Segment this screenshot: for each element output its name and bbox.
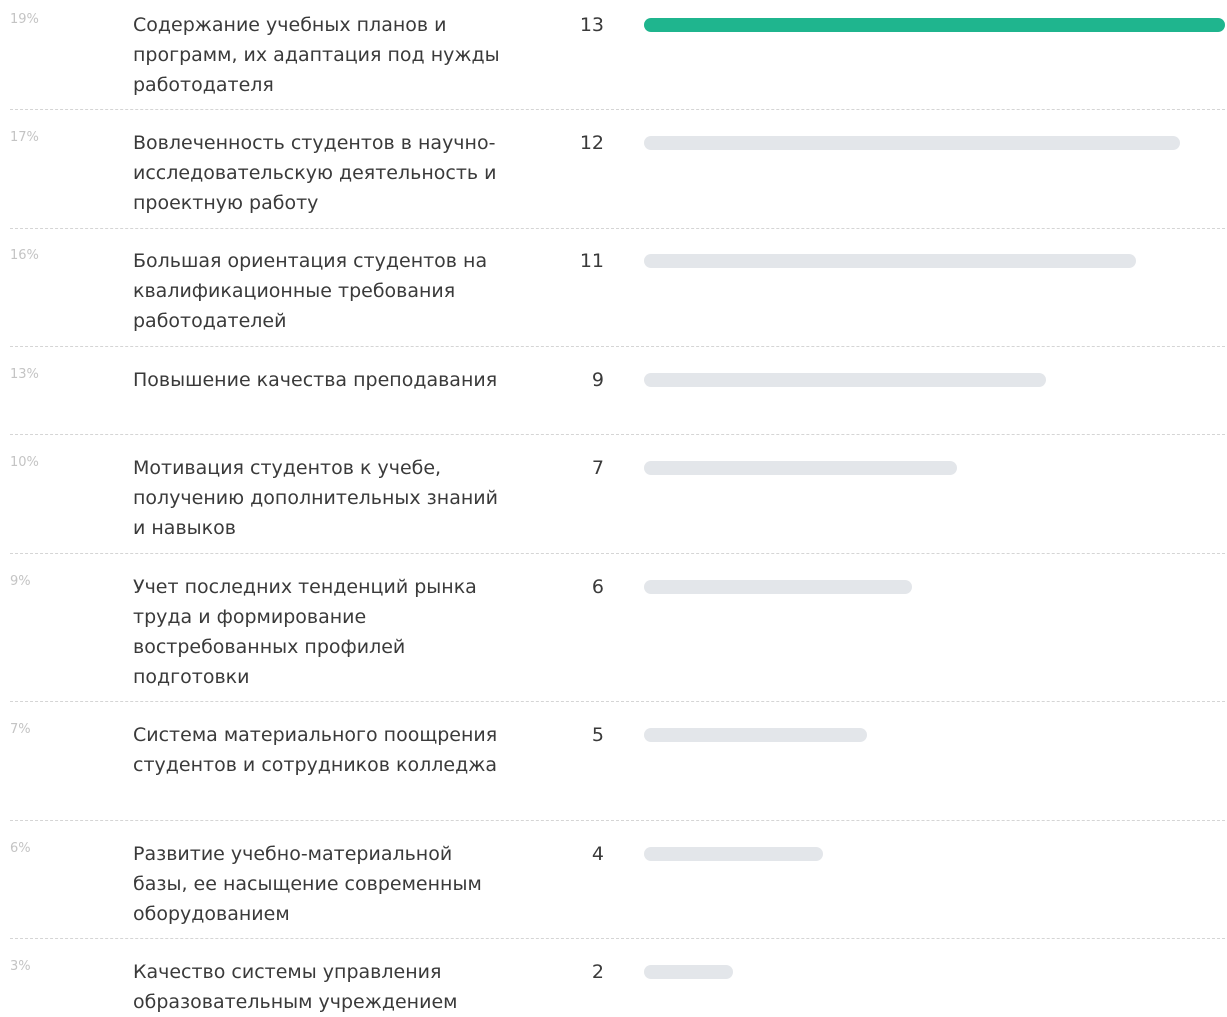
bar [644,847,823,861]
answer-row: 16% Большая ориентация студентов на квали… [10,246,1225,347]
answer-row: 10% Мотивация студентов к учебе, получени… [10,453,1225,554]
bar-track [644,18,1225,32]
percent-label: 7% [10,722,31,737]
answer-row: 3% Качество системы управления образовате… [10,957,1225,1017]
answer-row: 7% Система материального поощрения студен… [10,720,1225,821]
percent-label: 13% [10,367,39,382]
bar-track [644,373,1225,387]
answer-label: Содержание учебных планов и программ, их… [133,14,500,96]
bar-track [644,461,1225,475]
bar-track [644,580,1225,594]
percent-label: 6% [10,841,31,856]
answer-count: 7 [591,457,604,479]
percent-label: 10% [10,455,39,470]
percent-label: 3% [10,959,31,974]
answer-count: 6 [591,576,604,598]
bar-track [644,965,1225,979]
percent-label: 9% [10,574,31,589]
answer-label: Развитие учебно-материальной базы, ее на… [133,843,482,925]
bar [644,18,1225,32]
answer-label: Большая ориентация студентов на квалифик… [133,250,488,332]
answer-row: 19% Содержание учебных планов и программ,… [10,10,1225,110]
percent-label: 16% [10,248,39,263]
answer-label: Система материального поощрения студенто… [133,724,498,776]
answer-label: Повышение качества преподавания [133,369,498,391]
answer-count: 13 [579,14,604,36]
answer-count: 5 [591,724,604,746]
bar-track [644,728,1225,742]
bar-track [644,136,1225,150]
answer-count: 12 [579,132,604,154]
answer-count: 4 [591,843,604,865]
answer-row: 6% Развитие учебно-материальной базы, ее … [10,839,1225,939]
bar [644,580,912,594]
bar [644,965,733,979]
answer-label: Вовлеченность студентов в научно-исследо… [133,132,497,214]
answer-count: 2 [591,961,604,983]
bar [644,136,1180,150]
answer-count: 11 [579,250,604,272]
answer-row: 9% Учет последних тенденций рынка труда и… [10,572,1225,702]
bar [644,461,957,475]
bar-track [644,254,1225,268]
answer-row: 17% Вовлеченность студентов в научно-иссл… [10,128,1225,229]
answer-row: 13% Повышение качества преподавания 9 [10,365,1225,435]
answer-label: Качество системы управления образователь… [133,961,458,1013]
bar [644,728,867,742]
answer-label: Учет последних тенденций рынка труда и ф… [133,576,477,688]
bar [644,373,1046,387]
answer-label: Мотивация студентов к учебе, получению д… [133,457,498,539]
bar-track [644,847,1225,861]
answer-count: 9 [591,369,604,391]
percent-label: 17% [10,130,39,145]
bar [644,254,1136,268]
percent-label: 19% [10,12,39,27]
